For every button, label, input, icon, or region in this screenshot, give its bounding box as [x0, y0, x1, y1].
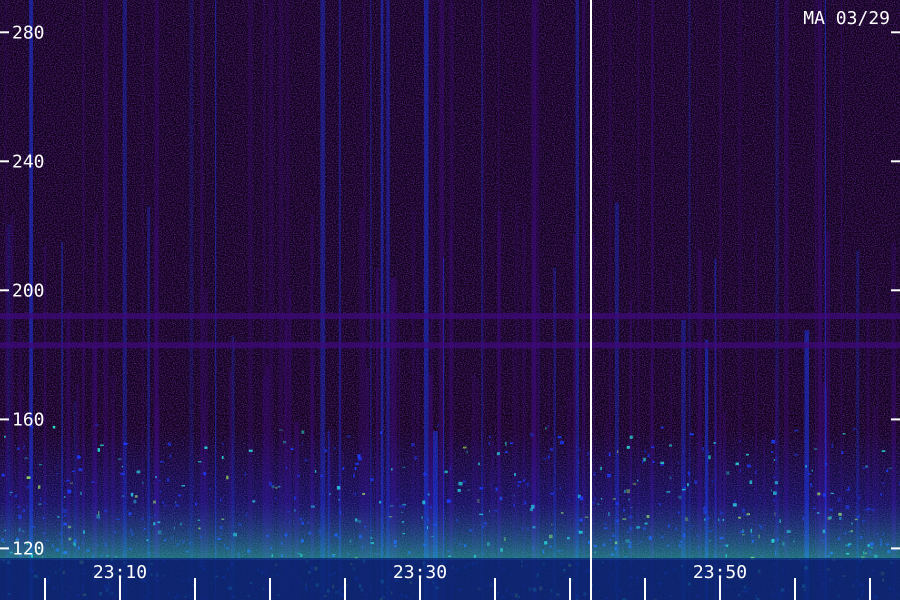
x-tick-label: 23:10	[93, 562, 147, 583]
y-tick-label: 280	[12, 22, 45, 43]
y-tick-label: 160	[12, 409, 45, 430]
station-label: MA 03/29	[803, 8, 890, 29]
horizontal-band	[0, 342, 900, 349]
speckle	[52, 425, 56, 429]
y-tick-label: 240	[12, 151, 45, 172]
speckle	[545, 427, 547, 430]
x-tick-label: 23:50	[693, 562, 747, 583]
horizontal-band	[0, 313, 900, 320]
speckle	[437, 423, 439, 428]
x-tick-label: 23:30	[393, 562, 447, 583]
speckle	[547, 425, 549, 428]
speckle	[660, 426, 664, 429]
y-tick-label: 200	[12, 280, 45, 301]
low-frequency-glow	[0, 430, 900, 560]
speckle	[95, 423, 99, 427]
spectrogram-chart: 120 160 200 240 280 23:10 23:30 23:50 MA 03/29	[0, 0, 900, 600]
y-tick-label: 120	[12, 538, 45, 559]
